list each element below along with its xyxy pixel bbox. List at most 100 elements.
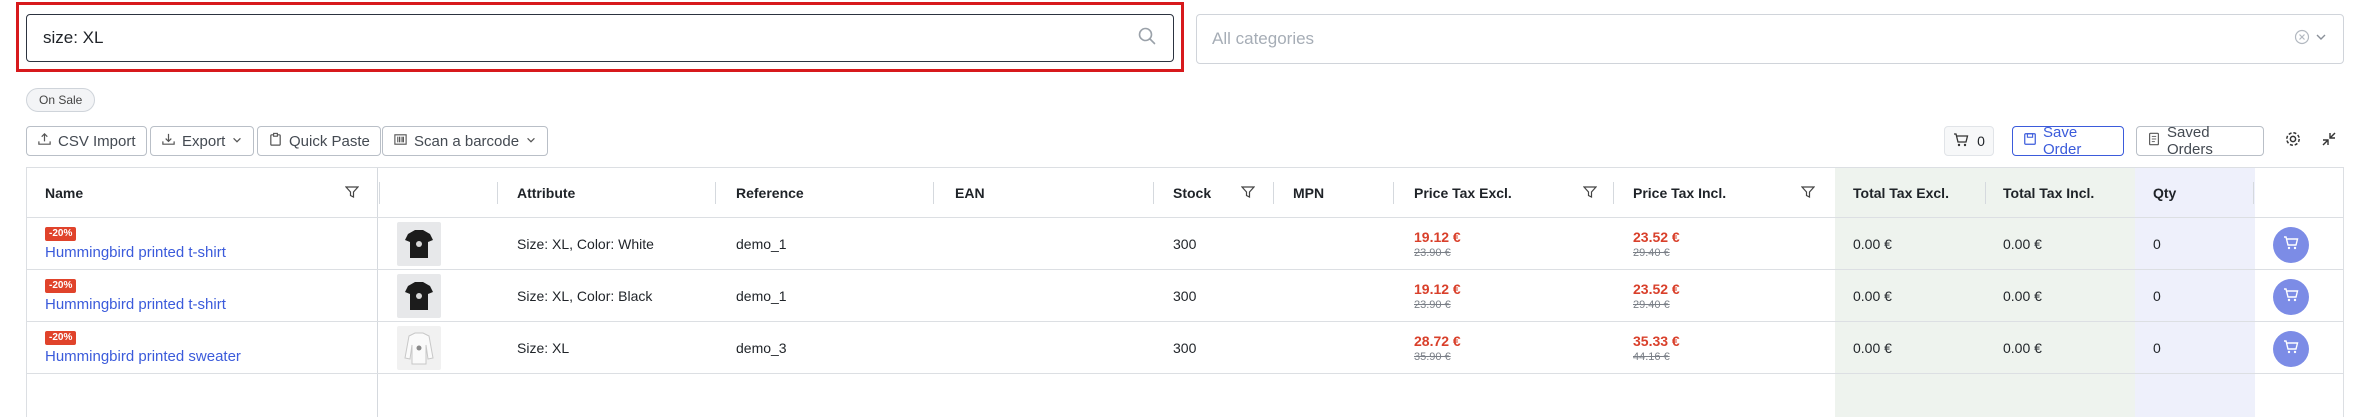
cart-icon	[1953, 132, 1969, 151]
black-tshirt-image	[405, 282, 433, 310]
attribute-cell: Size: XL, Color: White	[517, 236, 654, 252]
total-incl-cell: 0.00 €	[2003, 236, 2042, 252]
column-header-total-incl[interactable]: Total Tax Incl.	[2003, 168, 2094, 218]
product-name-link[interactable]: Hummingbird printed t-shirt	[45, 244, 226, 261]
chevron-down-icon[interactable]	[2314, 30, 2328, 48]
search-input-value[interactable]: size: XL	[43, 28, 1137, 48]
category-select[interactable]: All categories	[1196, 14, 2344, 64]
column-header-stock[interactable]: Stock	[1173, 168, 1211, 218]
collapse-icon	[2321, 131, 2337, 151]
table-row: -20% Hummingbird printed t-shirt Size: X…	[27, 270, 2343, 322]
filter-icon[interactable]	[1801, 185, 1815, 199]
price-excl-cell: 28.72 € 35.90 €	[1414, 322, 1461, 374]
save-icon	[2023, 132, 2037, 150]
document-icon	[2147, 132, 2161, 150]
filter-icon[interactable]	[1583, 185, 1597, 199]
column-header-qty[interactable]: Qty	[2153, 168, 2176, 218]
price-incl-original: 44.16 €	[1633, 351, 1670, 363]
price-incl-original: 29.40 €	[1633, 247, 1670, 259]
product-thumbnail[interactable]	[397, 222, 441, 266]
attribute-cell: Size: XL	[517, 340, 570, 356]
table-row: -20% Hummingbird printed t-shirt Size: X…	[27, 218, 2343, 270]
clear-icon[interactable]	[2294, 29, 2310, 49]
clipboard-icon	[268, 132, 283, 151]
search-icon[interactable]	[1137, 26, 1157, 50]
quick-paste-button[interactable]: Quick Paste	[257, 126, 381, 156]
product-thumbnail[interactable]	[397, 274, 441, 318]
category-placeholder: All categories	[1212, 29, 1315, 48]
add-to-cart-button[interactable]	[2273, 227, 2309, 263]
scan-barcode-button[interactable]: Scan a barcode	[382, 126, 549, 156]
cart-icon	[2283, 235, 2299, 255]
total-excl-cell: 0.00 €	[1853, 236, 1892, 252]
download-icon	[161, 132, 176, 151]
quick-paste-label: Quick Paste	[289, 132, 370, 150]
products-table: Name Attribute Reference EAN Stock MPN P…	[26, 167, 2344, 417]
column-header-mpn[interactable]: MPN	[1293, 168, 1324, 218]
price-incl-cell: 35.33 € 44.16 €	[1633, 322, 1680, 374]
product-thumbnail[interactable]	[397, 326, 441, 370]
column-header-ean[interactable]: EAN	[955, 168, 985, 218]
scan-barcode-label: Scan a barcode	[414, 132, 520, 150]
export-label: Export	[182, 132, 226, 150]
add-to-cart-button[interactable]	[2273, 331, 2309, 367]
column-header-price-excl[interactable]: Price Tax Excl.	[1414, 168, 1512, 218]
reference-cell: demo_3	[736, 340, 787, 356]
table-header: Name Attribute Reference EAN Stock MPN P…	[27, 168, 2343, 218]
discount-badge: -20%	[45, 331, 77, 345]
header-divider	[715, 182, 716, 204]
price-excl-current: 19.12 €	[1414, 281, 1461, 297]
upload-icon	[37, 132, 52, 151]
gear-icon	[2284, 130, 2302, 152]
price-excl-cell: 19.12 € 23.90 €	[1414, 270, 1461, 322]
header-divider	[379, 182, 380, 204]
save-order-button[interactable]: Save Order	[2012, 124, 2124, 158]
add-to-cart-button[interactable]	[2273, 279, 2309, 315]
header-divider	[1985, 182, 1986, 204]
white-sweater-image	[404, 332, 434, 365]
saved-orders-button[interactable]: Saved Orders	[2136, 124, 2264, 158]
saved-orders-label: Saved Orders	[2167, 124, 2213, 158]
header-divider	[933, 182, 934, 204]
on-sale-filter-chip[interactable]: On Sale	[26, 88, 96, 112]
column-header-total-excl[interactable]: Total Tax Excl.	[1853, 168, 1949, 218]
column-header-price-incl[interactable]: Price Tax Incl.	[1633, 168, 1726, 218]
price-excl-current: 19.12 €	[1414, 229, 1461, 245]
csv-import-label: CSV Import	[58, 132, 136, 150]
chevron-down-icon	[525, 133, 537, 150]
discount-badge: -20%	[45, 227, 77, 241]
qty-cell[interactable]: 0	[2153, 270, 2161, 322]
qty-cell[interactable]: 0	[2153, 218, 2161, 270]
reference-cell: demo_1	[736, 236, 787, 252]
column-header-name[interactable]: Name	[45, 168, 83, 218]
price-incl-current: 35.33 €	[1633, 333, 1680, 349]
product-name-link[interactable]: Hummingbird printed sweater	[45, 348, 241, 365]
total-incl-cell: 0.00 €	[2003, 340, 2042, 356]
header-divider	[1273, 182, 1274, 204]
price-incl-current: 23.52 €	[1633, 281, 1680, 297]
product-name-link[interactable]: Hummingbird printed t-shirt	[45, 296, 226, 313]
filter-icon[interactable]	[1241, 185, 1255, 199]
stock-cell: 300	[1173, 236, 1197, 252]
filter-icon[interactable]	[345, 185, 359, 199]
total-incl-cell: 0.00 €	[2003, 288, 2042, 304]
header-divider	[1613, 182, 1614, 204]
barcode-icon	[393, 132, 408, 151]
price-incl-current: 23.52 €	[1633, 229, 1680, 245]
cart-summary[interactable]: 0	[1944, 126, 1994, 156]
price-excl-current: 28.72 €	[1414, 333, 1461, 349]
column-header-attribute[interactable]: Attribute	[517, 168, 575, 218]
reference-cell: demo_1	[736, 288, 787, 304]
cart-count: 0	[1977, 133, 1985, 149]
settings-button[interactable]	[2278, 126, 2308, 156]
collapse-button[interactable]	[2314, 126, 2344, 156]
qty-cell[interactable]: 0	[2153, 322, 2161, 374]
stock-cell: 300	[1173, 288, 1197, 304]
product-search-input[interactable]: size: XL	[26, 14, 1174, 62]
discount-badge: -20%	[45, 279, 77, 293]
header-divider	[1393, 182, 1394, 204]
export-button[interactable]: Export	[150, 126, 255, 156]
column-header-reference[interactable]: Reference	[736, 168, 804, 218]
csv-import-button[interactable]: CSV Import	[26, 126, 147, 156]
table-row: -20% Hummingbird printed sweater Size: X…	[27, 322, 2343, 374]
